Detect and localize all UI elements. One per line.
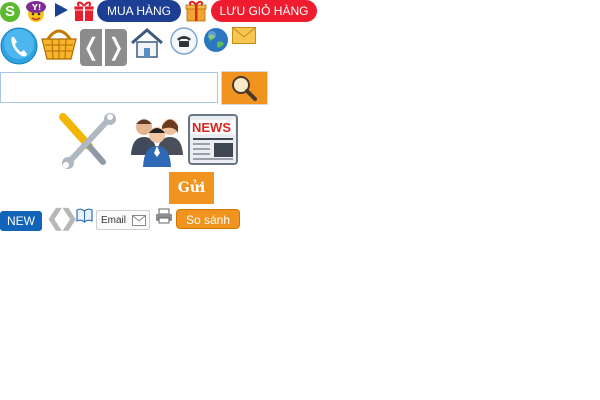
svg-text:Y!: Y!	[31, 3, 41, 12]
news-icon[interactable]: NEWS	[186, 112, 241, 167]
buy-button[interactable]: MUA HÀNG	[97, 0, 181, 22]
compare-button[interactable]: So sánh	[176, 209, 240, 229]
email-button[interactable]: Email	[96, 210, 150, 230]
email-label: Email	[101, 215, 127, 226]
chevron-left-icon[interactable]: ❮	[46, 207, 64, 229]
send-input[interactable]	[0, 174, 168, 203]
skype-icon[interactable]: S	[0, 2, 20, 22]
save-cart-button[interactable]: LƯU GIỎ HÀNG	[211, 0, 317, 22]
tools-icon[interactable]	[55, 112, 117, 170]
people-icon[interactable]	[128, 113, 186, 168]
home-icon[interactable]	[130, 27, 164, 59]
new-badge: NEW	[0, 211, 42, 231]
news-label: NEWS	[192, 120, 231, 135]
basket-icon[interactable]	[40, 25, 78, 61]
phone-icon[interactable]	[0, 27, 38, 65]
play-icon[interactable]	[55, 3, 68, 17]
gift-box-icon[interactable]	[184, 0, 208, 22]
envelope-icon	[132, 215, 146, 226]
book-icon[interactable]	[76, 208, 93, 223]
print-icon[interactable]	[155, 208, 173, 224]
globe-icon[interactable]	[203, 27, 229, 53]
search-button[interactable]	[221, 71, 268, 105]
prev-icon[interactable]: ❬	[80, 29, 102, 66]
gift-icon[interactable]	[73, 0, 95, 22]
next-icon[interactable]: ❭	[105, 29, 127, 66]
search-input[interactable]	[0, 72, 218, 103]
telephone-icon[interactable]	[170, 27, 198, 55]
mail-icon[interactable]	[232, 27, 256, 44]
yahoo-icon[interactable]: Y!	[25, 0, 49, 23]
send-button[interactable]: Gửi	[169, 172, 214, 204]
search-icon	[232, 76, 257, 101]
chevron-right-icon[interactable]: ❯	[60, 207, 78, 229]
